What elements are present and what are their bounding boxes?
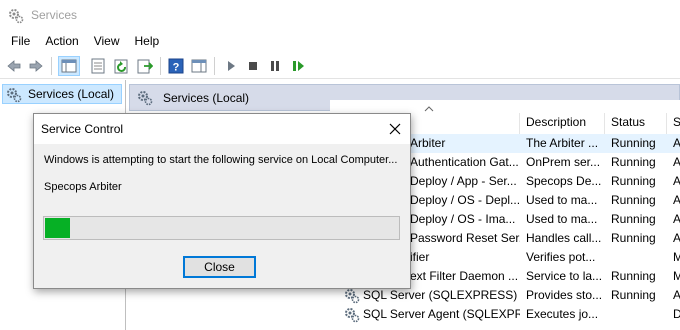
service-description: Used to ma... [526,193,598,207]
tree-item-services-local[interactable]: Services (Local) [2,84,122,104]
toolbar-separator [214,57,215,75]
service-status: Running [611,136,656,150]
service-description: Used to ma... [526,212,598,226]
menu-action[interactable]: Action [36,31,84,51]
service-startup: A [673,174,680,188]
toolbar: ? [0,53,680,79]
forward-arrow-icon[interactable] [28,58,44,74]
services-gear-icon [6,87,22,103]
resume-service-icon[interactable] [290,58,306,74]
start-progress-bar [43,216,400,240]
toolbar-separator [160,57,161,75]
service-status: Running [611,155,656,169]
service-description: Provides sto... [526,288,603,302]
service-startup: D [673,307,680,321]
service-startup: A [673,231,680,245]
service-startup: A [673,212,680,226]
service-status: Running [611,174,656,188]
refresh-icon[interactable] [114,58,130,74]
service-startup: M [673,250,680,264]
service-status: Running [611,193,656,207]
dialog-message: Windows is attempting to start the follo… [44,154,398,166]
progress-fill [45,218,70,238]
pane-title: Services (Local) [163,91,250,105]
service-startup: A [673,288,680,302]
window-title-bar: Services [0,0,680,30]
service-startup: A [673,155,680,169]
service-status: Running [611,212,656,226]
help-icon[interactable]: ? [168,58,184,74]
menu-view[interactable]: View [85,31,126,51]
service-status: Running [611,288,656,302]
service-startup: A [673,193,680,207]
service-description: Handles call... [526,231,602,245]
service-status: Running [611,231,656,245]
service-description: OnPrem ser... [526,155,601,169]
service-description: Executes jo... [526,307,599,321]
service-control-dialog: Service Control Windows is attempting to… [33,113,411,289]
dialog-title-bar: Service Control [34,114,410,144]
stop-service-icon[interactable] [245,58,261,74]
service-status: Running [611,269,656,283]
service-name: SQL Server (SQLEXPRESS) [363,288,518,302]
svg-text:?: ? [173,62,180,74]
close-button[interactable]: Close [183,256,256,278]
service-description: Verifies pot... [526,250,596,264]
close-icon[interactable] [380,114,410,144]
menu-file[interactable]: File [0,31,36,51]
pause-service-icon[interactable] [267,58,283,74]
toolbar-separator [51,57,52,75]
back-arrow-icon[interactable] [6,58,22,74]
action-pane-icon[interactable] [191,58,207,74]
service-description: The Arbiter ... [526,136,599,150]
search-magnifier-icon [137,90,153,106]
service-description: Service to la... [526,269,603,283]
service-startup: M [673,269,680,283]
services-gear-icon [8,8,24,24]
menu-bar: File Action View Help [0,31,680,51]
menu-help[interactable]: Help [126,31,166,51]
dialog-title: Service Control [41,122,124,136]
dialog-service-name: Specops Arbiter [44,181,122,193]
start-service-icon[interactable] [223,58,239,74]
service-name: SQL Server Agent (SQLEXPR... [363,307,520,321]
properties-icon[interactable] [90,58,106,74]
sort-ascending-icon [424,104,434,115]
service-startup: A [673,136,680,150]
service-description: Specops De... [526,174,602,188]
show-hide-tree-icon[interactable] [58,56,80,76]
export-list-icon[interactable] [137,58,154,74]
tree-item-label: Services (Local) [28,87,115,101]
table-row[interactable]: SQL Server Agent (SQLEXPR... Executes jo… [330,305,680,324]
window-title: Services [31,8,78,22]
